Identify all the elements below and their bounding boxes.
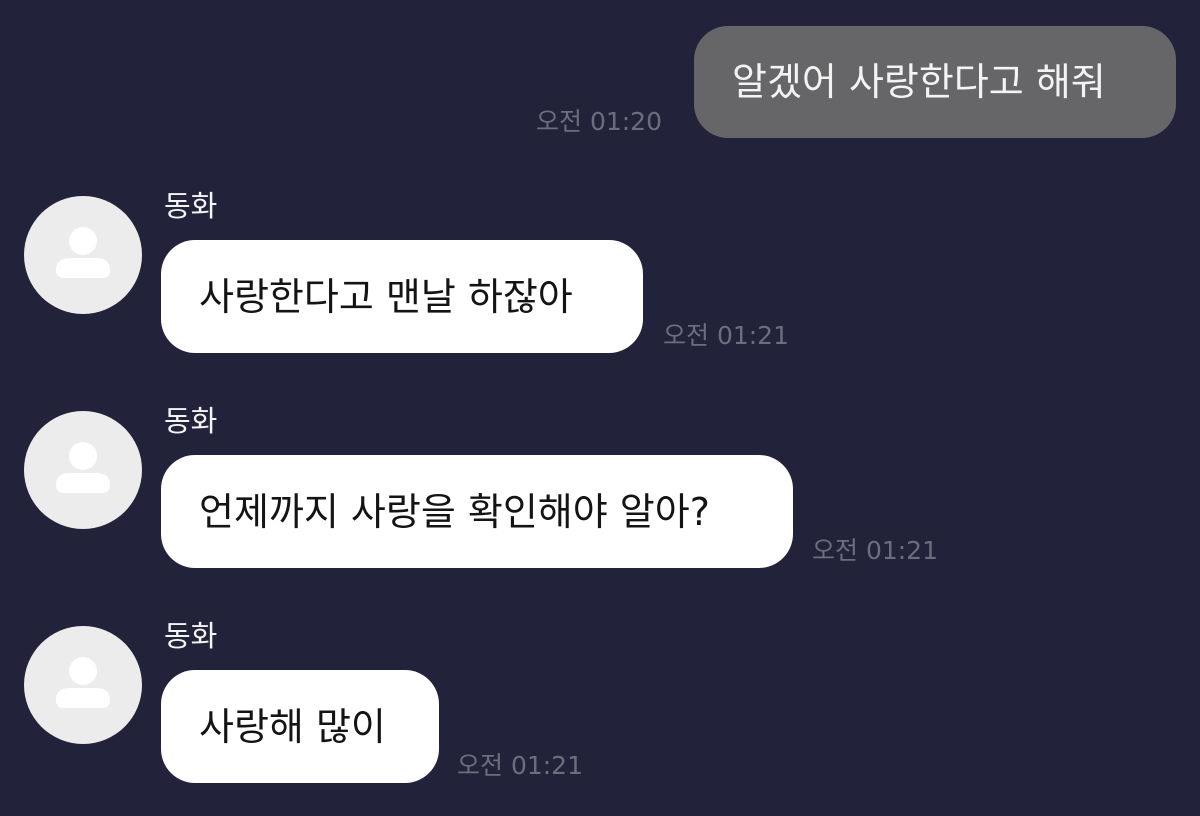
default-profile-icon [56, 657, 110, 708]
message-text: 사랑한다고 맨날 하잖아 [199, 274, 573, 319]
message-bubble-incoming[interactable]: 사랑한다고 맨날 하잖아 [161, 240, 643, 353]
message-timestamp: 오전 01:21 [457, 751, 583, 780]
message-timestamp: 오전 01:21 [663, 321, 789, 350]
message-text: 알겠어 사랑한다고 해줘 [732, 60, 1106, 104]
message-text: 사랑해 많이 [199, 704, 386, 749]
avatar[interactable] [24, 196, 142, 314]
avatar[interactable] [24, 626, 142, 744]
default-profile-icon [56, 227, 110, 278]
message-bubble-incoming[interactable]: 언제까지 사랑을 확인해야 알아? [161, 455, 793, 568]
message-timestamp: 오전 01:20 [536, 107, 662, 136]
message-bubble-incoming[interactable]: 사랑해 많이 [161, 670, 439, 783]
sender-name: 동화 [164, 189, 218, 223]
sender-name: 동화 [164, 619, 218, 653]
message-timestamp: 오전 01:21 [812, 536, 938, 565]
default-profile-icon [56, 442, 110, 493]
avatar[interactable] [24, 411, 142, 529]
message-bubble-outgoing[interactable]: 알겠어 사랑한다고 해줘 [694, 26, 1176, 138]
message-text: 언제까지 사랑을 확인해야 알아? [199, 489, 710, 534]
sender-name: 동화 [164, 404, 218, 438]
